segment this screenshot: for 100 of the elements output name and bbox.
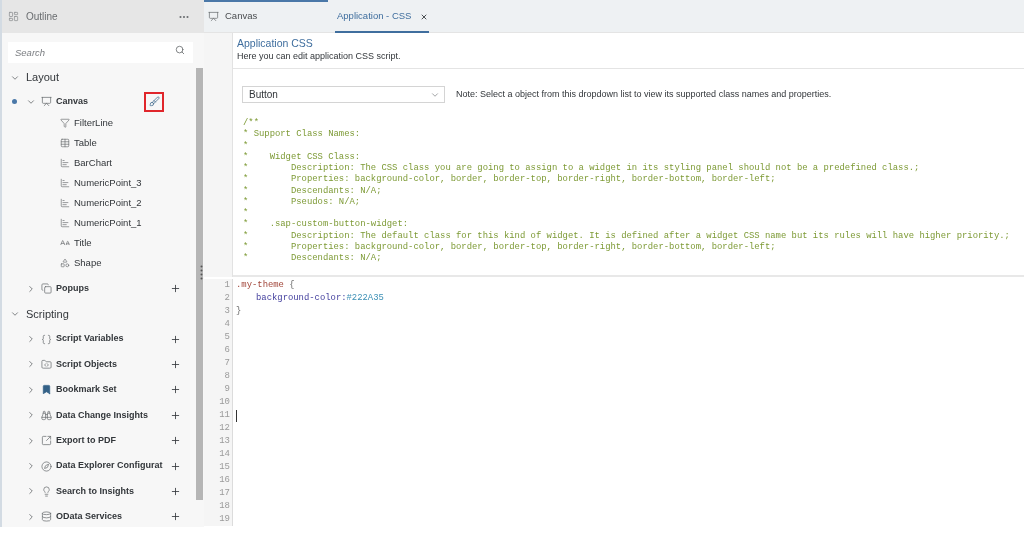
outline-item[interactable]: Export to PDF (56, 433, 116, 448)
outline-item[interactable]: Script Objects (56, 357, 118, 372)
add-icon[interactable] (170, 460, 181, 472)
add-icon[interactable] (170, 283, 181, 295)
chevron-right-icon[interactable] (26, 435, 36, 446)
outline-item[interactable]: OData Services (56, 510, 123, 524)
chevron-right-icon[interactable] (26, 359, 36, 370)
line-number: 3 (224, 305, 230, 319)
code-comment: * Description: The CSS class you are going to assign to a widget in its styling panel should not be a predefined class.; (243, 163, 920, 174)
bar-chart-icon (60, 178, 70, 188)
brush-icon[interactable] (148, 96, 160, 107)
shapes-icon (60, 258, 70, 268)
chevron-right-icon[interactable] (26, 461, 36, 472)
line-number: 19 (219, 513, 230, 527)
compass-icon (41, 460, 52, 472)
class-dropdown[interactable]: Button (242, 86, 445, 103)
outline-item[interactable]: Bookmark Set (56, 383, 117, 397)
bookmark-icon (41, 384, 52, 396)
line-number: 15 (219, 461, 230, 475)
folder-code-icon (41, 358, 52, 370)
chevron-right-icon[interactable] (26, 283, 36, 294)
chevron-right-icon[interactable] (26, 410, 36, 421)
add-icon[interactable] (170, 511, 181, 523)
add-icon[interactable] (170, 333, 181, 345)
line-number: 2 (224, 292, 230, 306)
code-comment: * Pseudos: N/A; (243, 196, 361, 208)
chevron-right-icon[interactable] (26, 511, 36, 522)
line-number: 5 (224, 331, 230, 345)
layout-icon (8, 11, 19, 22)
section-heading[interactable]: Layout (26, 69, 60, 86)
line-number: 14 (219, 448, 230, 462)
outline-item[interactable]: NumericPoint_2 (74, 195, 142, 211)
line-number: 9 (224, 383, 230, 397)
outline-item[interactable]: Shape (74, 255, 102, 271)
search-field[interactable]: Search (8, 42, 193, 63)
line-number: 4 (224, 318, 230, 332)
code-comment: /** (243, 118, 259, 129)
code-line: background-color:#222A35 (256, 292, 384, 306)
line-number: 7 (224, 357, 230, 371)
outline-item[interactable]: Data Change Insights (56, 408, 148, 422)
scrollbar-thumb[interactable] (196, 68, 203, 500)
outline-item[interactable]: NumericPoint_3 (74, 175, 142, 191)
editor-description: Here you can edit application CSS script. (237, 50, 402, 63)
outline-item[interactable]: Script Variables (56, 332, 124, 346)
outline-item[interactable]: Popups (56, 281, 89, 296)
chevron-right-icon[interactable] (26, 486, 36, 497)
code-comment: * Properties: background-color, border, border-top, border-right, border-bottom, border-left; (243, 174, 776, 186)
editor-title: Application CSS (237, 36, 314, 50)
section-heading[interactable]: Scripting (26, 305, 69, 323)
line-number: 16 (219, 474, 230, 488)
line-number: 13 (219, 435, 230, 449)
code-comment: * Properties: background-color, border, border-top, border-right, border-bottom, border-left; (243, 241, 776, 253)
code-comment: * Descendants: N/A; (243, 253, 382, 265)
outline-item[interactable]: BarChart (74, 155, 112, 171)
outline-item[interactable]: Canvas (56, 94, 89, 109)
code-comment: * (243, 208, 249, 219)
add-icon[interactable] (170, 409, 181, 421)
add-icon[interactable] (170, 384, 181, 396)
chevron-right-icon[interactable] (26, 384, 36, 395)
presentation-icon (208, 11, 219, 22)
resize-grip-icon[interactable] (200, 265, 203, 280)
line-number: 8 (224, 370, 230, 384)
outline-item[interactable]: Data Explorer Configurat (56, 459, 163, 473)
bar-chart-icon (60, 198, 70, 208)
database-icon (41, 511, 52, 523)
add-icon[interactable] (170, 435, 181, 447)
close-icon[interactable] (420, 12, 429, 21)
outline-item[interactable]: FilterLine (74, 115, 114, 131)
outline-item[interactable]: Table (74, 135, 97, 151)
code-comment: * Widget CSS Class: (243, 151, 361, 163)
table-icon (60, 138, 70, 148)
bar-chart-icon (60, 158, 70, 168)
search-icon[interactable] (175, 44, 185, 55)
add-icon[interactable] (170, 485, 181, 497)
line-number: 6 (224, 344, 230, 358)
lightbulb-icon (41, 485, 52, 497)
add-icon[interactable] (170, 358, 181, 370)
line-number: 18 (219, 500, 230, 514)
dropdown-note: Note: Select a object from this dropdown list to view its supported class names and properties. (456, 87, 832, 101)
code-comment: * .sap-custom-button-widget: (243, 219, 409, 231)
code-comment: * (243, 140, 249, 152)
outline-item[interactable]: Title (74, 235, 92, 251)
export-icon (41, 435, 52, 447)
code-comment: * Descendants: N/A; (243, 185, 382, 197)
panel-title: Outline (26, 10, 58, 24)
code-comment: * Description: The default class for this kind of widget. It is defined after a widget CSS name but its rules will have higher priority.; (243, 230, 1010, 242)
line-number: 1 (224, 279, 230, 293)
line-number: 10 (219, 396, 230, 410)
outline-item[interactable]: Search to Insights (56, 484, 135, 499)
filter-icon (60, 118, 70, 128)
outline-item[interactable]: NumericPoint_1 (74, 215, 142, 231)
line-number: 11 (219, 409, 230, 423)
chevron-right-icon[interactable] (26, 334, 36, 345)
text-size-icon (60, 238, 70, 248)
code-comment: * Support Class Names: (243, 129, 361, 141)
braces-icon (41, 333, 52, 345)
bar-chart-icon (60, 218, 70, 228)
stacked-squares-icon (41, 283, 52, 295)
presentation-icon (41, 96, 52, 107)
code-line: } (236, 305, 242, 319)
